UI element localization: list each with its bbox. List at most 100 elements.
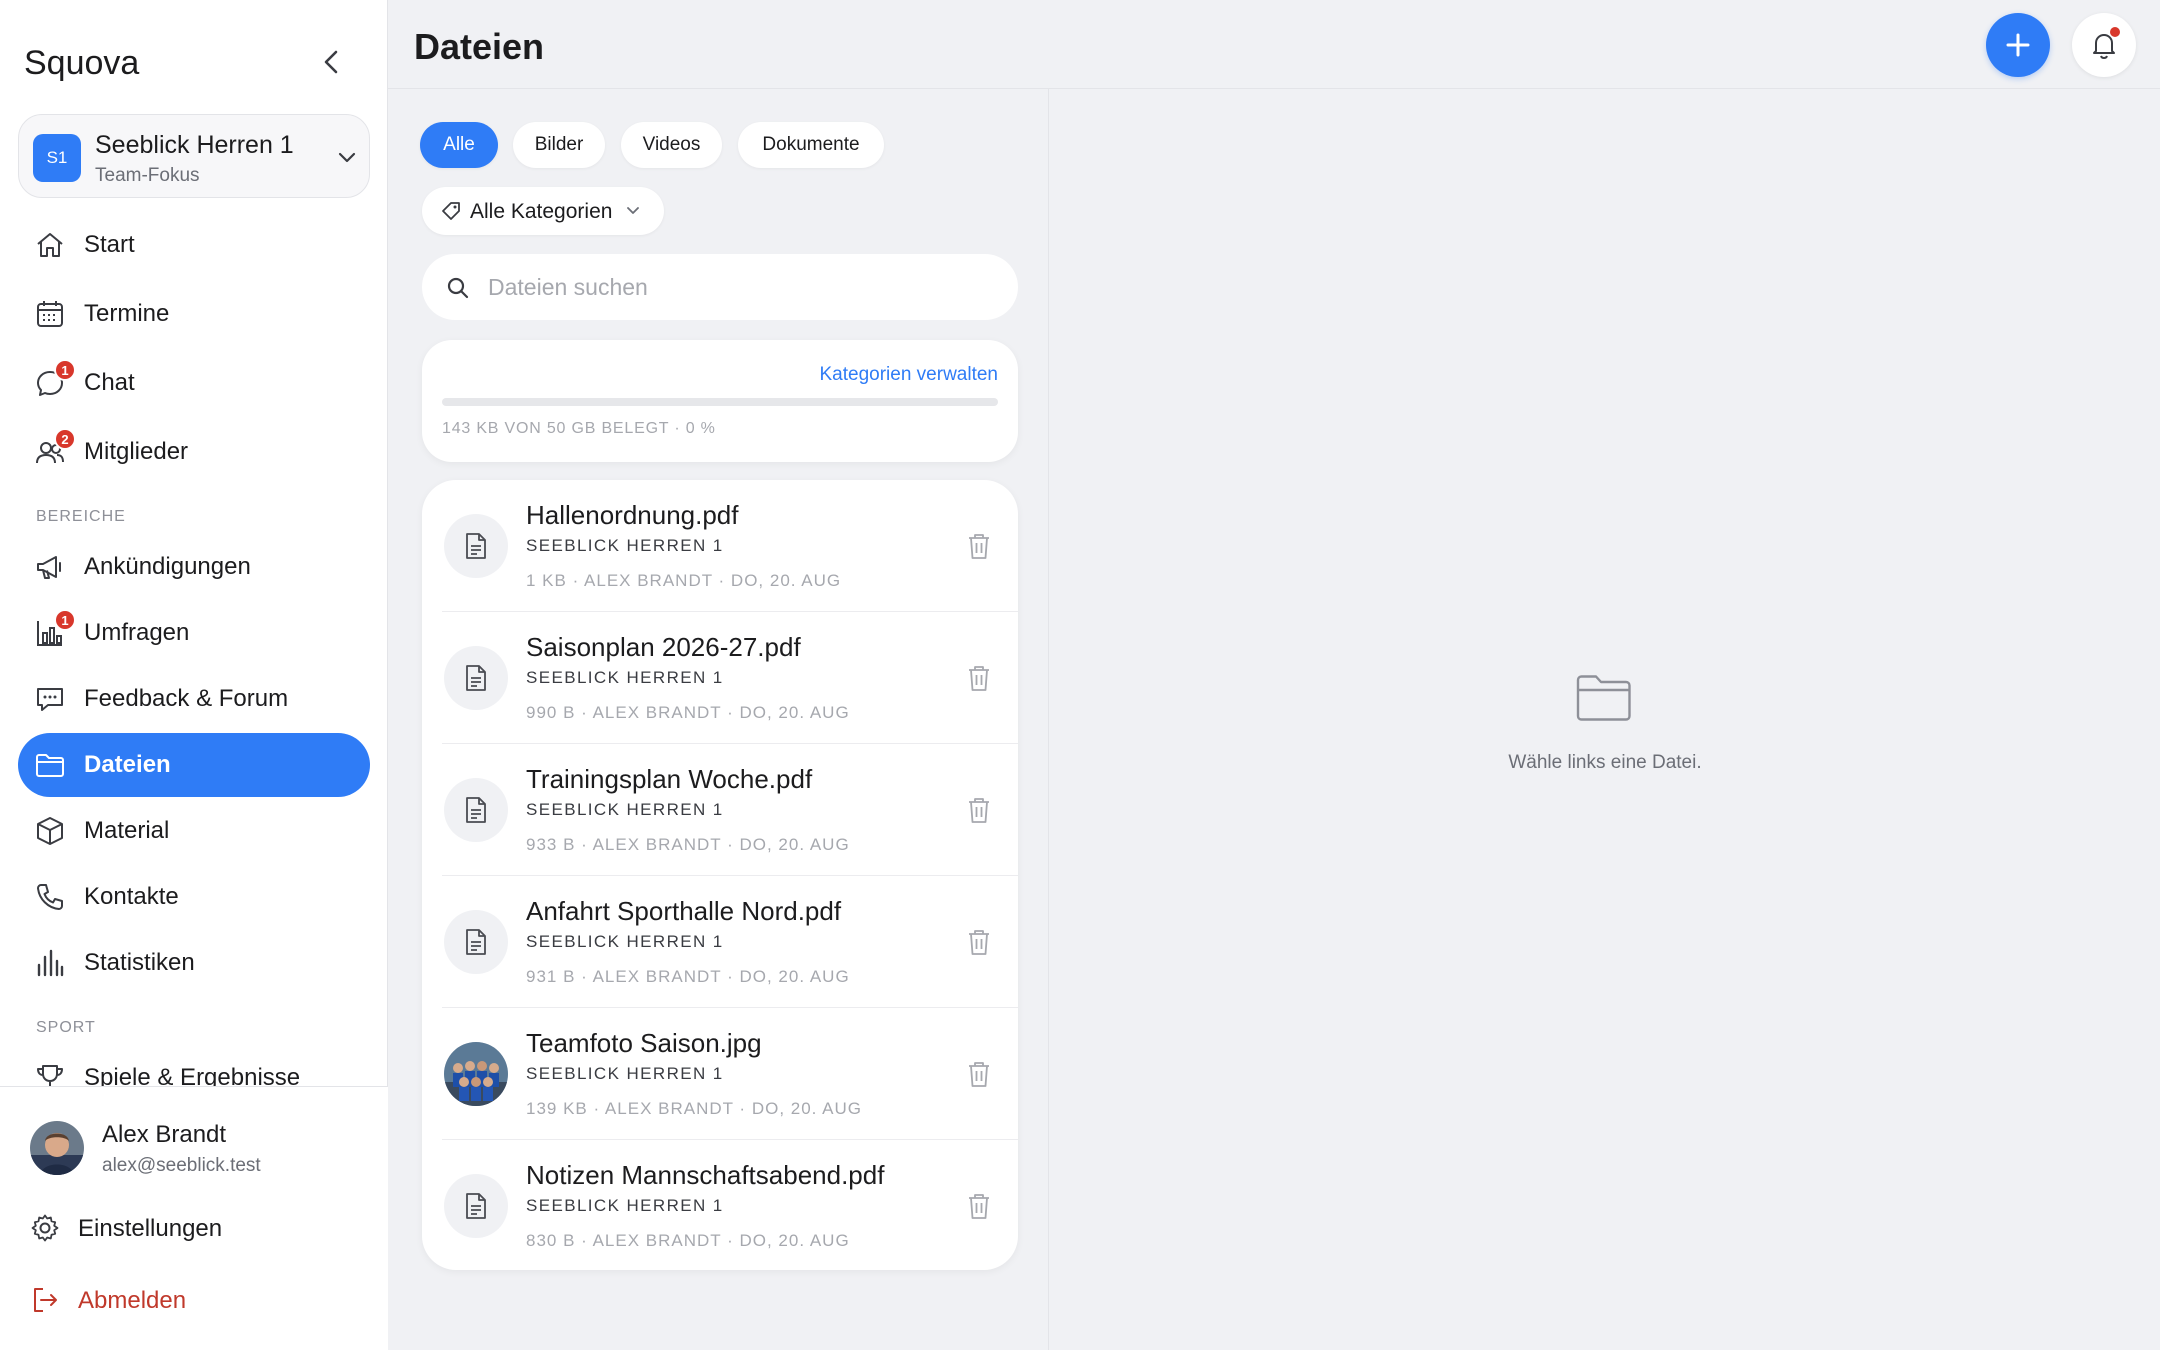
chevron-down-icon [338,152,356,163]
file-row[interactable]: Teamfoto Saison.jpg SEEBLICK HERREN 1 13… [422,1008,1018,1140]
nav-item-termine[interactable]: Termine [18,282,370,346]
file-thumbnail [444,646,508,710]
logout-icon [34,1288,57,1312]
stats-icon [37,949,64,977]
search-box [422,254,1018,320]
category-select[interactable]: Alle Kategorien [422,187,664,235]
team-switcher[interactable]: S1 Seeblick Herren 1 Team-Fokus [18,114,370,198]
nav-item-chat[interactable]: 1 Chat [18,351,370,415]
nav-label: Dateien [84,751,171,778]
unread-badge: 1 [54,359,76,381]
file-meta: 139 KB · ALEX BRANDT · DO, 20. AUG [526,1099,863,1118]
file-row[interactable]: Notizen Mannschaftsabend.pdf SEEBLICK HE… [422,1140,1018,1270]
sidebar-footer: Alex Brandt alex@seeblick.test Einstellu… [0,1086,388,1350]
storage-card: Kategorien verwalten 143 KB VON 50 GB BE… [422,340,1018,462]
file-list: Hallenordnung.pdf SEEBLICK HERREN 1 1 KB… [422,480,1018,1270]
category-label: Alle Kategorien [470,200,613,223]
nav-item-dateien[interactable]: Dateien [18,733,370,797]
file-row[interactable]: Saisonplan 2026-27.pdf SEEBLICK HERREN 1… [422,612,1018,744]
filter-chip-alle[interactable]: Alle [420,122,498,168]
file-row[interactable]: Hallenordnung.pdf SEEBLICK HERREN 1 1 KB… [422,480,1018,612]
trash-icon[interactable] [966,664,992,692]
file-name: Teamfoto Saison.jpg [526,1028,762,1058]
nav-item-umfragen[interactable]: 1 Umfragen [18,601,370,665]
chevron-down-icon [627,207,639,214]
page-title: Dateien [414,26,545,67]
search-input[interactable] [488,266,988,308]
tag-icon [442,202,460,220]
nav-label: Chat [84,369,135,396]
file-meta: 990 B · ALEX BRANDT · DO, 20. AUG [526,703,850,722]
manage-categories-link[interactable]: Kategorien verwalten [820,364,999,386]
file-thumbnail [444,1174,508,1238]
team-photo-thumbnail [444,1042,508,1106]
file-meta: 933 B · ALEX BRANDT · DO, 20. AUG [526,835,850,854]
trash-icon[interactable] [966,796,992,824]
avatar[interactable] [30,1121,84,1175]
notifications-button[interactable] [2072,13,2136,77]
trash-icon[interactable] [966,1192,992,1220]
trash-icon[interactable] [966,928,992,956]
nav-item-mitglieder[interactable]: 2 Mitglieder [18,420,370,484]
trophy-icon [37,1065,63,1086]
file-thumbnail [444,910,508,974]
gear-icon [31,1214,59,1242]
folder-icon [36,754,64,777]
nav-label: Statistiken [84,949,195,976]
filter-chip-dokumente[interactable]: Dokumente [738,122,884,168]
file-team: SEEBLICK HERREN 1 [526,1196,724,1215]
file-meta: 931 B · ALEX BRANDT · DO, 20. AUG [526,967,850,986]
filter-chip-videos[interactable]: Videos [621,122,722,168]
document-icon [466,1193,486,1219]
notification-dot [2110,27,2120,37]
nav-item-ankuendigungen[interactable]: Ankündigungen [18,535,370,599]
user-name: Alex Brandt [102,1121,227,1148]
file-name: Notizen Mannschaftsabend.pdf [526,1160,885,1190]
forum-icon [37,688,63,711]
document-icon [466,929,486,955]
nav-item-statistiken[interactable]: Statistiken [18,931,370,995]
file-team: SEEBLICK HERREN 1 [526,1064,724,1083]
nav-label: Material [84,817,170,844]
nav-item-spiele-ergebnisse[interactable]: Spiele & Ergebnisse [18,1046,370,1086]
file-thumbnail [444,514,508,578]
logout-link[interactable]: Abmelden [30,1281,350,1321]
file-row[interactable]: Anfahrt Sporthalle Nord.pdf SEEBLICK HER… [422,876,1018,1008]
team-subtitle: Team-Fokus [95,165,200,186]
settings-link[interactable]: Einstellungen [30,1209,350,1249]
phone-icon [37,884,63,910]
nav-item-kontakte[interactable]: Kontakte [18,865,370,929]
nav-item-feedback-forum[interactable]: Feedback & Forum [18,667,370,731]
trash-icon[interactable] [966,532,992,560]
file-row[interactable]: Trainingsplan Woche.pdf SEEBLICK HERREN … [422,744,1018,876]
nav-item-material[interactable]: Material [18,799,370,863]
nav-label: Start [84,231,135,258]
nav-label: Feedback & Forum [84,685,289,712]
file-meta: 830 B · ALEX BRANDT · DO, 20. AUG [526,1231,850,1250]
search-icon [447,277,469,299]
settings-label: Einstellungen [78,1215,223,1242]
nav-label: Umfragen [84,619,190,646]
unread-badge: 2 [54,428,76,450]
empty-state-text: Wähle links eine Datei. [1508,752,1702,773]
file-name: Anfahrt Sporthalle Nord.pdf [526,896,842,926]
file-name: Hallenordnung.pdf [526,500,739,530]
plus-icon [2006,33,2030,57]
calendar-icon [37,301,63,327]
section-label-bereiche: BEREICHE [36,508,126,525]
file-team: SEEBLICK HERREN 1 [526,668,724,687]
storage-progress-bar [442,398,998,406]
trash-icon[interactable] [966,1060,992,1088]
storage-summary: 143 KB VON 50 GB BELEGT · 0 % [442,420,716,437]
collapse-sidebar-icon[interactable] [318,46,346,78]
document-icon [466,797,486,823]
nav-item-start[interactable]: Start [18,213,370,277]
sidebar: Squova S1 Seeblick Herren 1 Team-Fokus S… [0,0,388,1350]
pane-divider [1048,89,1049,1350]
filter-chip-bilder[interactable]: Bilder [513,122,605,168]
megaphone-icon [37,556,61,579]
add-file-button[interactable] [1986,13,2050,77]
nav-label: Kontakte [84,883,179,910]
nav-label: Spiele & Ergebnisse [84,1064,301,1086]
section-label-sport: SPORT [36,1019,96,1036]
